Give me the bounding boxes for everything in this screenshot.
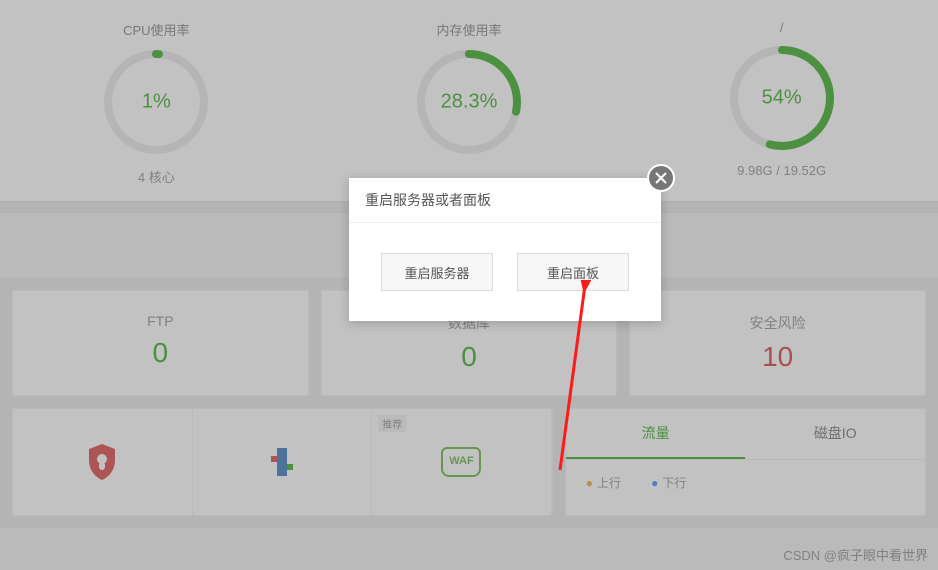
restart-panel-button[interactable]: 重启面板 bbox=[517, 253, 629, 291]
restart-server-button[interactable]: 重启服务器 bbox=[381, 253, 493, 291]
watermark: CSDN @疯子眼中看世界 bbox=[783, 545, 928, 564]
modal-title: 重启服务器或者面板 bbox=[349, 178, 661, 223]
close-button[interactable] bbox=[647, 164, 675, 192]
close-icon bbox=[655, 172, 667, 184]
restart-modal: 重启服务器或者面板 重启服务器 重启面板 bbox=[349, 178, 661, 321]
